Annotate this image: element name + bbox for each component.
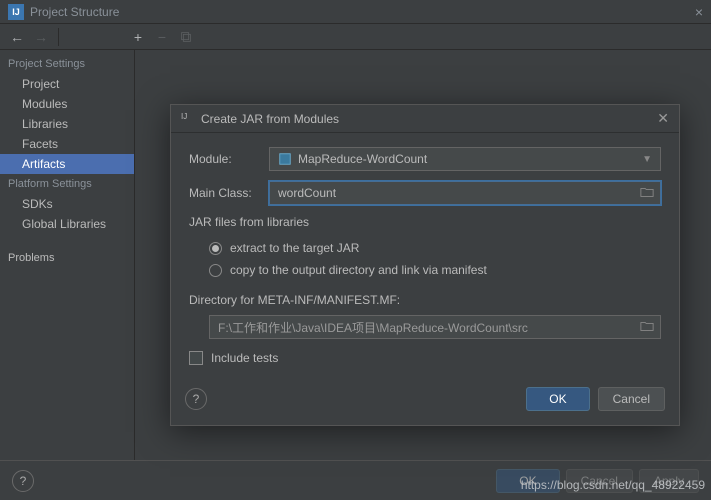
sidebar-section-project-settings: Project Settings [0,54,134,74]
include-tests-checkbox[interactable] [189,351,203,365]
window-close-button[interactable]: × [695,4,703,20]
include-tests-row[interactable]: Include tests [189,351,661,365]
radio-copy-label: copy to the output directory and link vi… [230,263,487,277]
radio-copy[interactable] [209,264,222,277]
manifest-dir-field[interactable]: F:\工作和作业\Java\IDEA项目\MapReduce-WordCount… [209,315,661,339]
jar-files-section-label: JAR files from libraries [189,215,661,229]
main-ok-button[interactable]: OK [496,469,559,493]
sidebar-item-problems[interactable]: Problems [0,248,134,268]
help-button[interactable]: ? [12,470,34,492]
chevron-down-icon: ▼ [642,154,652,165]
copy-button[interactable] [175,26,197,48]
mainclass-value: wordCount [278,186,336,200]
dialog-help-button[interactable]: ? [185,388,207,410]
dialog-footer: ? OK Cancel [171,377,679,425]
window-titlebar: IJ Project Structure × [0,0,711,24]
dialog-ok-button[interactable]: OK [526,387,589,411]
module-icon [278,152,292,166]
window-title: Project Structure [30,5,695,19]
dialog-cancel-button[interactable]: Cancel [598,387,665,411]
sidebar-item-modules[interactable]: Modules [0,94,134,114]
radio-extract-row[interactable]: extract to the target JAR [189,237,661,259]
mainclass-row: Main Class: wordCount [189,181,661,205]
browse-class-icon[interactable] [640,185,654,202]
dialog-close-button[interactable]: ✕ [657,110,669,127]
module-dropdown[interactable]: MapReduce-WordCount ▼ [269,147,661,171]
toolbar-divider [58,28,59,46]
main-apply-button[interactable]: Apply [639,469,699,493]
radio-extract-label: extract to the target JAR [230,241,359,255]
dialog-title: Create JAR from Modules [201,112,657,126]
main-cancel-button[interactable]: Cancel [566,469,633,493]
remove-button[interactable]: − [151,26,173,48]
module-label: Module: [189,152,259,166]
module-row: Module: MapReduce-WordCount ▼ [189,147,661,171]
dialog-titlebar: IJ Create JAR from Modules ✕ [171,105,679,133]
include-tests-label: Include tests [211,351,278,365]
sidebar-item-project[interactable]: Project [0,74,134,94]
forward-button[interactable]: → [30,26,52,48]
sidebar-section-platform-settings: Platform Settings [0,174,134,194]
window-toolbar: ← → + − [0,24,711,50]
module-value: MapReduce-WordCount [298,152,427,166]
mainclass-label: Main Class: [189,186,259,200]
manifest-dir-label: Directory for META-INF/MANIFEST.MF: [189,293,661,307]
dialog-body: Module: MapReduce-WordCount ▼ Main Class… [171,133,679,377]
add-button[interactable]: + [127,26,149,48]
back-button[interactable]: ← [6,26,28,48]
sidebar-item-sdks[interactable]: SDKs [0,194,134,214]
bottom-bar: ? OK Cancel Apply [0,460,711,500]
sidebar-item-facets[interactable]: Facets [0,134,134,154]
sidebar-item-artifacts[interactable]: Artifacts [0,154,134,174]
sidebar: Project Settings Project Modules Librari… [0,50,135,460]
app-icon: IJ [8,4,24,20]
radio-extract[interactable] [209,242,222,255]
manifest-dir-value: F:\工作和作业\Java\IDEA项目\MapReduce-WordCount… [218,319,528,336]
copy-icon [179,30,193,44]
sidebar-item-libraries[interactable]: Libraries [0,114,134,134]
mainclass-field[interactable]: wordCount [269,181,661,205]
create-jar-dialog: IJ Create JAR from Modules ✕ Module: Map… [170,104,680,426]
sidebar-item-global-libraries[interactable]: Global Libraries [0,214,134,234]
dialog-app-icon: IJ [181,112,195,126]
browse-dir-icon[interactable] [640,319,654,336]
radio-copy-row[interactable]: copy to the output directory and link vi… [189,259,661,281]
